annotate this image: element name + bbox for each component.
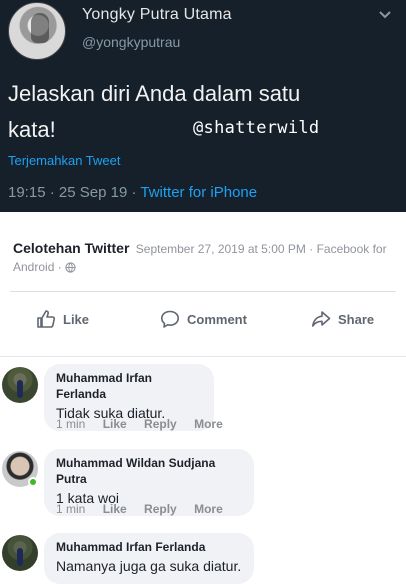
like-button[interactable]: Like: [36, 308, 89, 330]
comment-icon: [161, 310, 179, 328]
comment-like-link[interactable]: Like: [103, 502, 127, 516]
watermark-handle: @shatterwild: [193, 118, 320, 138]
meta-separator: ·: [49, 184, 55, 201]
meta-separator: ·: [309, 242, 314, 256]
post-divider: [10, 291, 396, 292]
comment-text: Namanya juga ga suka diatur.: [56, 558, 242, 574]
commenter-name[interactable]: Muhammad Wildan Sudjana Putra: [56, 455, 242, 487]
avatar[interactable]: [2, 535, 38, 571]
tweet-meta: 19:15 · 25 Sep 19 · Twitter for iPhone: [8, 184, 257, 201]
comment-like-link[interactable]: Like: [103, 417, 127, 431]
comment-reply-link[interactable]: Reply: [144, 502, 177, 516]
comment-actions: 1 min Like Reply More: [56, 502, 237, 516]
comment-reply-link[interactable]: Reply: [144, 417, 177, 431]
share-label: Share: [338, 311, 375, 327]
tweet-card: Yongky Putra Utama @yongkyputrau Jelaska…: [0, 0, 406, 212]
comment-time: 1 min: [56, 502, 86, 516]
globe-icon: [65, 262, 76, 273]
meta-separator: ·: [131, 184, 137, 201]
tweet-source-link[interactable]: Twitter for iPhone: [140, 184, 257, 201]
tweet-avatar[interactable]: [8, 2, 66, 60]
comment-button[interactable]: Comment: [160, 308, 247, 330]
tweet-date: 25 Sep 19: [58, 184, 128, 201]
chevron-down-icon[interactable]: [378, 8, 392, 22]
tweet-text-line-2: kata!: [8, 117, 56, 142]
meta-separator: ·: [57, 260, 62, 274]
commenter-name[interactable]: Muhammad Irfan Ferlanda: [56, 370, 202, 402]
like-label: Like: [63, 311, 90, 327]
tweet-time: 19:15: [8, 184, 46, 201]
online-status-dot: [28, 477, 38, 487]
commenter-name[interactable]: Muhammad Irfan Ferlanda: [56, 539, 242, 555]
comment-more-link[interactable]: More: [194, 502, 223, 516]
share-icon: [312, 311, 331, 327]
share-button[interactable]: Share: [311, 308, 374, 330]
translate-tweet-link[interactable]: Terjemahkan Tweet: [8, 153, 121, 168]
tweet-author-handle[interactable]: @yongkyputrau: [82, 34, 180, 50]
comment-label: Comment: [187, 311, 247, 327]
facebook-post: Celotehan Twitter September 27, 2019 at …: [0, 212, 406, 356]
comment-more-link[interactable]: More: [194, 417, 223, 431]
comment-time: 1 min: [56, 417, 86, 431]
post-page-name[interactable]: Celotehan Twitter: [13, 240, 129, 256]
tweet-text-line-1: Jelaskan diri Anda dalam satu: [8, 81, 301, 106]
comment-bubble: Muhammad Irfan Ferlanda Namanya juga ga …: [44, 533, 254, 584]
tweet-author-name[interactable]: Yongky Putra Utama: [82, 6, 232, 24]
post-header: Celotehan Twitter September 27, 2019 at …: [13, 239, 393, 276]
comments-section: Muhammad Irfan Ferlanda Tidak suka diatu…: [0, 356, 406, 584]
comment-actions: 1 min Like Reply More: [56, 417, 237, 431]
thumbs-up-icon: [37, 310, 56, 328]
avatar[interactable]: [2, 367, 38, 403]
post-timestamp[interactable]: September 27, 2019 at 5:00 PM: [136, 242, 306, 256]
